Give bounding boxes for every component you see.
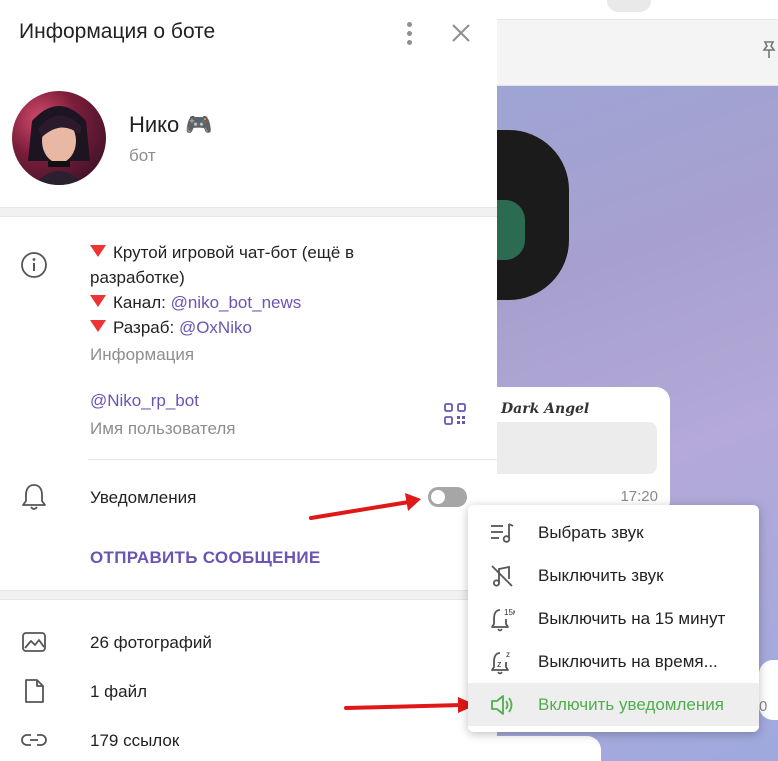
svg-text:z: z	[497, 659, 502, 669]
svg-text:z: z	[506, 650, 510, 659]
bot-type-label: бот	[129, 146, 156, 165]
more-options-button[interactable]	[396, 19, 422, 47]
section-divider	[0, 207, 497, 217]
red-triangle-icon	[90, 295, 106, 307]
menu-item-mute-15-min[interactable]: 15м Выключить на 15 минут	[468, 597, 759, 640]
mute-sound-icon	[491, 565, 513, 587]
speaker-on-icon	[491, 695, 513, 715]
link-icon	[21, 734, 47, 746]
photo-icon	[22, 632, 46, 652]
annotation-arrow-icon	[309, 493, 421, 520]
message-time: 17:20	[620, 488, 658, 505]
bell-15m-icon: 15м	[491, 608, 515, 632]
send-message-button[interactable]: ОТПРАВИТЬ СООБЩЕНИЕ	[90, 548, 321, 568]
media-row-links[interactable]: 179 ссылок	[0, 722, 497, 761]
kebab-dot-icon	[406, 30, 412, 36]
description-line: Разраб: @OxNiko	[90, 315, 430, 340]
qr-code-icon[interactable]	[443, 402, 467, 426]
message-bubble-bottom[interactable]	[497, 736, 601, 761]
media-row-photos[interactable]: 26 фотографий	[0, 624, 497, 664]
menu-item-label: Выключить звук	[538, 566, 664, 585]
notifications-toggle[interactable]	[428, 487, 467, 507]
file-icon	[25, 679, 44, 703]
username-link[interactable]: @Niko_rp_bot	[90, 391, 199, 411]
pin-icon[interactable]	[759, 40, 778, 60]
media-label: 26 фотографий	[90, 633, 212, 652]
bot-description: Крутой игровой чат-бот (ещё в разработке…	[90, 240, 430, 340]
menu-item-label: Включить уведомления	[538, 695, 724, 714]
bell-snooze-icon: z z	[491, 650, 510, 675]
notifications-menu: Выбрать звук Выключить звук 15м Выключит…	[468, 505, 759, 732]
menu-item-label: Выключить на 15 минут	[538, 609, 726, 628]
close-icon[interactable]	[447, 19, 475, 47]
message-reply-block	[497, 422, 657, 474]
menu-item-label: Выбрать звук	[538, 523, 644, 542]
info-icon	[21, 252, 47, 278]
bell-icon	[22, 484, 46, 510]
svg-text:15м: 15м	[504, 608, 515, 617]
sound-select-icon	[491, 523, 514, 543]
chat-top-pill[interactable]	[607, 0, 651, 12]
username-caption: Имя пользователя	[90, 419, 236, 438]
message-bubble[interactable]: Dark Angel 17:20	[497, 387, 670, 515]
menu-item-mute-sound[interactable]: Выключить звук	[468, 554, 759, 597]
red-triangle-icon	[90, 245, 106, 257]
avatar-illustration	[28, 106, 90, 185]
menu-item-enable-notifications[interactable]: Включить уведомления	[468, 683, 759, 726]
description-line: Канал: @niko_bot_news	[90, 290, 430, 315]
menu-item-select-sound[interactable]: Выбрать звук	[468, 511, 759, 554]
description-caption: Информация	[90, 345, 195, 364]
notifications-label: Уведомления	[90, 488, 197, 507]
bot-info-panel: Информация о боте Нико 🎮 бот Крутой игро…	[0, 0, 497, 761]
description-line: Крутой игровой чат-бот (ещё в разработке…	[90, 243, 355, 287]
annotation-arrow-icon	[344, 697, 476, 713]
panel-title: Информация о боте	[19, 20, 216, 43]
media-label: 179 ссылок	[90, 731, 180, 750]
sticker-detail	[497, 200, 525, 260]
bot-name: Нико 🎮	[129, 112, 213, 137]
channel-link[interactable]: @niko_bot_news	[171, 293, 302, 312]
developer-link[interactable]: @OxNiko	[179, 318, 252, 337]
kebab-dot-icon	[406, 21, 412, 27]
message-sender: Dark Angel	[501, 401, 590, 417]
kebab-dot-icon	[406, 39, 412, 45]
media-label: 1 файл	[90, 682, 148, 701]
menu-item-mute-for-time[interactable]: z z Выключить на время...	[468, 640, 759, 683]
red-triangle-icon	[90, 320, 106, 332]
chat-header	[497, 0, 778, 86]
message-time-fragment: 0	[759, 698, 768, 715]
section-divider	[0, 590, 497, 600]
menu-item-label: Выключить на время...	[538, 652, 718, 671]
row-divider	[88, 459, 497, 460]
avatar[interactable]	[12, 91, 106, 185]
chat-top-bar	[497, 0, 778, 20]
